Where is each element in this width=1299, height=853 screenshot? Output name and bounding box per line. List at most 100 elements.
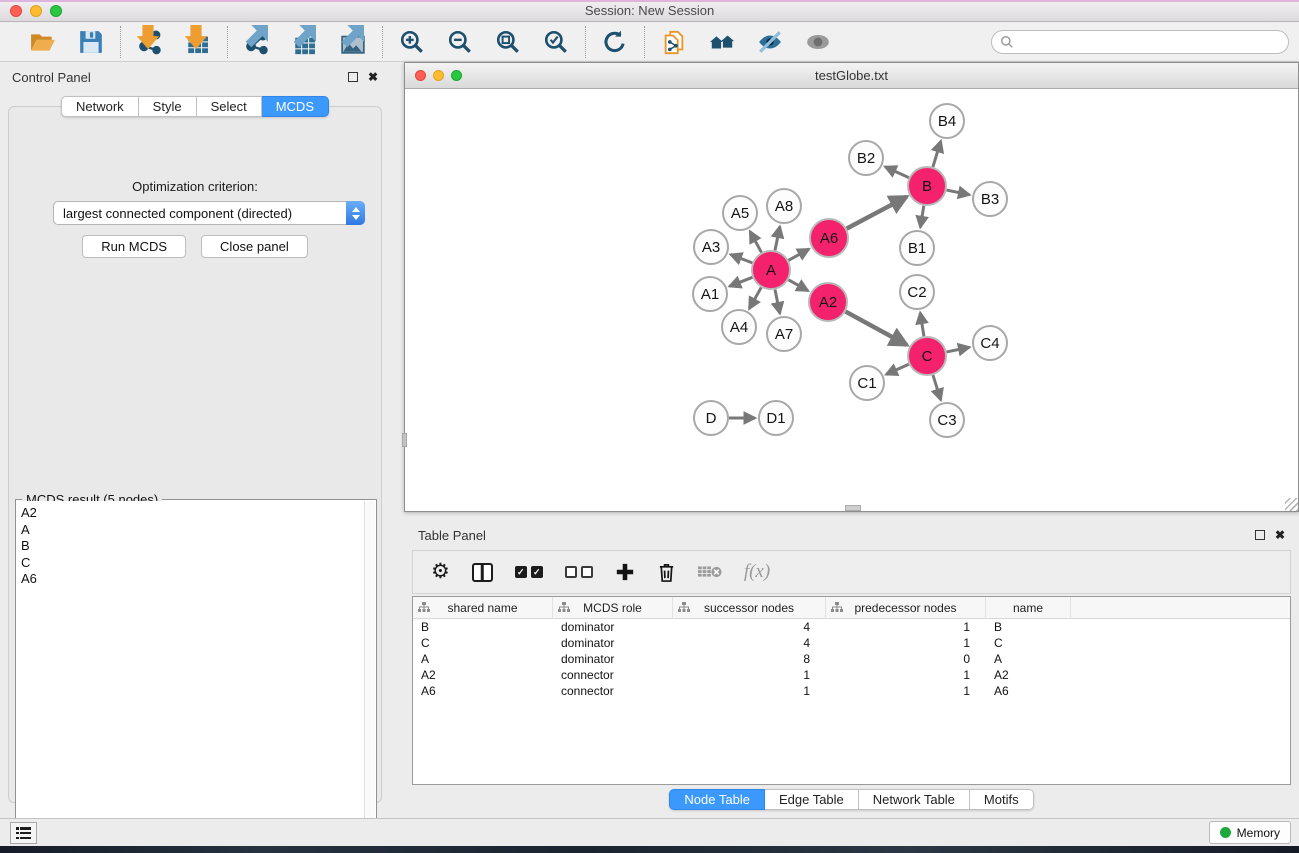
table-cell: dominator [553, 651, 673, 667]
column-header-MCDS-role[interactable]: MCDS role [553, 597, 673, 619]
select-all-columns-icon[interactable]: ✓✓ [515, 559, 543, 585]
zoom-fit-icon[interactable] [493, 27, 523, 57]
graph-edge-A-A3[interactable] [731, 255, 753, 263]
graph-edge-A6-B[interactable] [847, 197, 907, 229]
tab-node-table[interactable]: Node Table [669, 789, 765, 810]
result-item[interactable]: B [21, 538, 360, 555]
graph-edge-A-A5[interactable] [750, 231, 761, 252]
result-item[interactable]: A6 [21, 571, 360, 588]
add-column-icon[interactable] [615, 559, 635, 585]
graph-node-label: A3 [702, 239, 720, 256]
table-settings-icon[interactable]: ⚙ [431, 559, 450, 585]
mcds-result-list[interactable]: A2ABCA6 [17, 501, 364, 837]
zoom-selected-icon[interactable] [541, 27, 571, 57]
export-network-icon[interactable] [242, 27, 272, 57]
tab-network-table[interactable]: Network Table [859, 789, 970, 810]
result-item[interactable]: A2 [21, 505, 360, 522]
column-header-predecessor-nodes[interactable]: predecessor nodes [826, 597, 986, 619]
graph-edge-A-A4[interactable] [749, 287, 761, 308]
result-scrollbar[interactable] [364, 501, 375, 837]
graph-edge-C-C3[interactable] [933, 375, 941, 400]
close-panel-icon[interactable]: ✖ [368, 72, 378, 82]
session-title: Session: New Session [0, 3, 1299, 18]
graph-edge-B-B3[interactable] [947, 190, 970, 195]
zoom-out-icon[interactable] [445, 27, 475, 57]
horizontal-scrollbar-thumb[interactable] [845, 505, 861, 511]
import-table-icon[interactable] [183, 27, 213, 57]
tab-style[interactable]: Style [139, 96, 197, 117]
table-body: Bdominator41BCdominator41CAdominator80AA… [413, 619, 1290, 699]
table-cell: 1 [826, 683, 986, 699]
graph-edge-A-A6[interactable] [789, 249, 809, 260]
export-image-icon[interactable] [338, 27, 368, 57]
tab-mcds[interactable]: MCDS [262, 96, 329, 117]
tab-network[interactable]: Network [61, 96, 139, 117]
table-row[interactable]: Bdominator41B [413, 619, 1290, 635]
close-panel-button[interactable]: Close panel [201, 235, 308, 258]
tab-edge-table[interactable]: Edge Table [765, 789, 859, 810]
table-row[interactable]: Cdominator41C [413, 635, 1290, 651]
graph-edge-A2-C[interactable] [846, 312, 907, 345]
vertical-scrollbar-thumb[interactable] [402, 433, 407, 447]
optimization-criterion-dropdown[interactable]: largest connected component (directed) [53, 201, 365, 225]
column-header-successor-nodes[interactable]: successor nodes [673, 597, 826, 619]
graph-node-label: C1 [857, 375, 876, 392]
float-panel-icon[interactable] [348, 72, 358, 82]
window-resize-grip[interactable] [1285, 498, 1298, 511]
graph-edge-A-A7[interactable] [775, 290, 780, 314]
network-close-button[interactable] [415, 70, 426, 81]
table-cell: C [413, 635, 553, 651]
refresh-icon[interactable] [600, 27, 630, 57]
search-input[interactable] [1014, 32, 1288, 52]
memory-button[interactable]: Memory [1209, 821, 1291, 844]
close-table-panel-icon[interactable]: ✖ [1275, 530, 1285, 540]
zoom-in-icon[interactable] [397, 27, 427, 57]
export-table-icon[interactable] [290, 27, 320, 57]
split-columns-icon[interactable] [472, 559, 493, 585]
hide-details-icon[interactable] [755, 27, 785, 57]
clone-network-icon[interactable] [659, 27, 689, 57]
import-network-icon[interactable] [135, 27, 165, 57]
graph-node-label: A1 [701, 286, 719, 303]
result-item[interactable]: C [21, 555, 360, 572]
tab-select[interactable]: Select [197, 96, 262, 117]
graph-node-label: D1 [766, 410, 785, 427]
result-item[interactable]: A [21, 522, 360, 539]
table-cell: connector [553, 683, 673, 699]
home-icon[interactable] [707, 27, 737, 57]
save-session-icon[interactable] [76, 27, 106, 57]
table-cell: dominator [553, 619, 673, 635]
graph-edge-A-A1[interactable] [730, 277, 753, 286]
network-canvas[interactable]: B4B2BB3A5A8A6B1A3AC2A1A2A4A7C4CC1DD1C3 [405, 89, 1298, 504]
graph-edge-A-A8[interactable] [775, 227, 780, 251]
graph-edge-B-B4[interactable] [933, 141, 941, 167]
table-row[interactable]: A2connector11A2 [413, 667, 1290, 683]
graph-edge-C-C4[interactable] [947, 347, 970, 352]
graph-node-label: A [766, 262, 776, 279]
search-box[interactable] [991, 30, 1289, 54]
graph-node-label: A8 [775, 198, 793, 215]
network-window-titlebar[interactable]: testGlobe.txt [405, 63, 1298, 89]
graph-edge-B-B1[interactable] [920, 206, 923, 228]
graph-edge-B-B2[interactable] [885, 167, 909, 178]
tab-motifs[interactable]: Motifs [970, 789, 1034, 810]
graph-node-label: B1 [908, 240, 926, 257]
open-file-icon[interactable] [28, 27, 58, 57]
task-history-button[interactable] [10, 822, 37, 844]
column-header-shared-name[interactable]: shared name [413, 597, 553, 619]
table-cell: connector [553, 667, 673, 683]
table-row[interactable]: Adominator80A [413, 651, 1290, 667]
deselect-all-columns-icon[interactable] [565, 559, 593, 585]
float-table-panel-icon[interactable] [1255, 530, 1265, 540]
network-minimize-button[interactable] [433, 70, 444, 81]
graph-edge-C-C1[interactable] [886, 364, 909, 374]
delete-column-icon[interactable] [657, 559, 676, 585]
table-row[interactable]: A6connector11A6 [413, 683, 1290, 699]
network-zoom-button[interactable] [451, 70, 462, 81]
graph-edge-A-A2[interactable] [788, 280, 808, 291]
table-cell: 1 [826, 619, 986, 635]
show-details-icon[interactable] [803, 27, 833, 57]
run-mcds-button[interactable]: Run MCDS [82, 235, 186, 258]
graph-edge-C-C2[interactable] [920, 313, 924, 336]
column-header-name[interactable]: name [986, 597, 1071, 619]
